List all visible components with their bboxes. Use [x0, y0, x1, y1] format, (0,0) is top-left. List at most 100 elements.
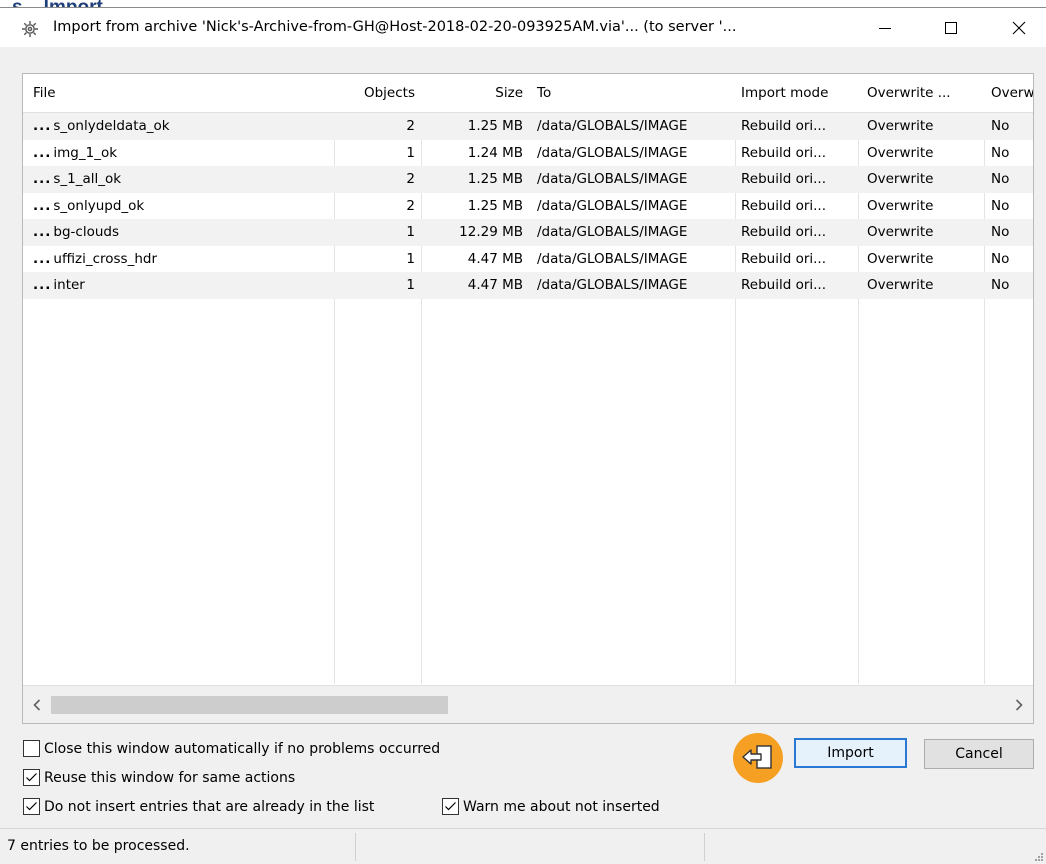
cell-size: 1.25 MB: [467, 197, 523, 214]
cell-overwrite: Overwrite: [867, 224, 934, 240]
maximize-button[interactable]: [924, 8, 978, 47]
cell-file: ... inter: [27, 272, 327, 299]
close-button[interactable]: [992, 8, 1046, 47]
table-row[interactable]: ... img_1_ok 1 1.24 MB /data/GLOBALS/IMAG…: [23, 140, 1033, 167]
cell-file: ... s_onlyupd_ok: [27, 193, 327, 220]
checkbox-checked[interactable]: [23, 798, 40, 815]
import-entries-table[interactable]: File Objects Size To Import mode Overwri…: [22, 73, 1034, 724]
row-dots-icon: ...: [33, 250, 52, 267]
column-header-size[interactable]: Size: [421, 74, 529, 112]
status-separator: [355, 833, 356, 861]
status-text: 7 entries to be processed.: [7, 838, 190, 854]
table-row[interactable]: ... s_onlydeldata_ok 2 1.25 MB /data/GLOB…: [23, 113, 1033, 140]
cell-to: /data/GLOBALS/IMAGE: [537, 118, 688, 134]
cell-to: /data/GLOBALS/IMAGE: [537, 144, 688, 161]
resize-grip-icon[interactable]: [1033, 851, 1043, 861]
import-button[interactable]: Import: [794, 738, 907, 768]
file-name: s_onlydeldata_ok: [53, 118, 170, 134]
status-bar: 7 entries to be processed.: [0, 828, 1046, 864]
reuse-window-label: Reuse this window for same actions: [44, 769, 296, 786]
cell-size: 4.47 MB: [467, 277, 523, 293]
cell-overw: No: [991, 118, 1010, 134]
row-dots-icon: ...: [33, 118, 52, 134]
app-gear-icon: [22, 21, 38, 37]
reuse-window-checkbox[interactable]: Reuse this window for same actions: [23, 769, 295, 786]
file-name: bg-clouds: [53, 224, 119, 240]
import-arrow-icon: [742, 745, 772, 769]
table-row[interactable]: ... inter 1 4.47 MB /data/GLOBALS/IMAGE R…: [23, 272, 1033, 299]
cell-import-mode: Rebuild ori...: [741, 171, 827, 187]
scroll-thumb[interactable]: [51, 696, 448, 714]
horizontal-scrollbar[interactable]: [23, 685, 1033, 723]
column-header-import-mode[interactable]: Import mode: [735, 74, 857, 112]
maximize-icon: [945, 21, 957, 34]
cell-overw: No: [991, 224, 1010, 240]
import-tip-icon[interactable]: [733, 733, 783, 783]
cell-objects: 1: [406, 144, 415, 161]
table-row[interactable]: ... s_1_all_ok 2 1.25 MB /data/GLOBALS/IM…: [23, 166, 1033, 193]
cell-size: 1.25 MB: [467, 171, 523, 187]
table-row[interactable]: ... uffizi_cross_hdr 1 4.47 MB /data/GLOB…: [23, 246, 1033, 273]
row-dots-icon: ...: [33, 144, 52, 161]
cell-objects: 1: [406, 277, 415, 293]
window-title: Import from archive 'Nick's-Archive-from…: [53, 19, 737, 35]
column-header-objects[interactable]: Objects: [334, 74, 421, 112]
table-row[interactable]: ... s_onlyupd_ok 2 1.25 MB /data/GLOBALS/…: [23, 193, 1033, 220]
cell-overw: No: [991, 277, 1010, 293]
status-separator: [704, 833, 705, 861]
checkmark-icon: [26, 802, 37, 811]
cell-overwrite: Overwrite: [867, 144, 934, 161]
cell-import-mode: Rebuild ori...: [741, 197, 827, 214]
cell-size: 1.25 MB: [467, 118, 523, 134]
table-row[interactable]: ... bg-clouds 1 12.29 MB /data/GLOBALS/IM…: [23, 219, 1033, 246]
cell-overwrite: Overwrite: [867, 250, 934, 267]
checkbox-unchecked[interactable]: [23, 740, 40, 757]
cell-to: /data/GLOBALS/IMAGE: [537, 250, 688, 267]
cell-overw: No: [991, 250, 1010, 267]
cell-size: 1.24 MB: [467, 144, 523, 161]
table-header: File Objects Size To Import mode Overwri…: [23, 74, 1033, 113]
cell-overwrite: Overwrite: [867, 277, 934, 293]
cell-to: /data/GLOBALS/IMAGE: [537, 224, 688, 240]
cell-file: ... s_onlydeldata_ok: [27, 113, 327, 140]
cell-size: 4.47 MB: [467, 250, 523, 267]
scroll-left-button[interactable]: [23, 686, 51, 723]
close-automatically-checkbox[interactable]: Close this window automatically if no pr…: [23, 740, 440, 757]
cancel-button[interactable]: Cancel: [924, 739, 1034, 769]
cell-objects: 2: [406, 171, 415, 187]
cell-file: ... s_1_all_ok: [27, 166, 327, 193]
close-icon: [1012, 21, 1026, 34]
column-header-to[interactable]: To: [531, 74, 731, 112]
checkbox-checked[interactable]: [23, 769, 40, 786]
column-header-overw[interactable]: Overw: [985, 74, 1033, 112]
file-name: uffizi_cross_hdr: [53, 250, 158, 267]
checkmark-icon: [445, 802, 456, 811]
minimize-button[interactable]: [858, 8, 912, 47]
row-dots-icon: ...: [33, 197, 52, 214]
chevron-right-icon: [1015, 699, 1023, 711]
close-automatically-label: Close this window automatically if no pr…: [44, 740, 441, 757]
cell-import-mode: Rebuild ori...: [741, 118, 827, 134]
file-name: img_1_ok: [53, 144, 118, 161]
cell-to: /data/GLOBALS/IMAGE: [537, 171, 688, 187]
chevron-left-icon: [33, 699, 41, 711]
checkbox-checked[interactable]: [442, 798, 459, 815]
import-dialog: Import from archive 'Nick's-Archive-from…: [0, 7, 1046, 864]
cell-overwrite: Overwrite: [867, 171, 934, 187]
cell-import-mode: Rebuild ori...: [741, 224, 827, 240]
title-bar[interactable]: Import from archive 'Nick's-Archive-from…: [0, 8, 1046, 47]
warn-not-inserted-label: Warn me about not inserted: [463, 798, 660, 815]
cell-file: ... bg-clouds: [27, 219, 327, 246]
column-header-file[interactable]: File: [27, 74, 327, 112]
cell-overw: No: [991, 171, 1010, 187]
column-header-overwrite[interactable]: Overwrite ...: [861, 74, 983, 112]
cell-to: /data/GLOBALS/IMAGE: [537, 197, 688, 214]
warn-not-inserted-checkbox[interactable]: Warn me about not inserted: [442, 798, 660, 815]
cell-import-mode: Rebuild ori...: [741, 277, 827, 293]
file-name: s_1_all_ok: [53, 171, 122, 187]
scroll-right-button[interactable]: [1005, 686, 1033, 723]
cell-overwrite: Overwrite: [867, 118, 934, 134]
checkmark-icon: [26, 773, 37, 782]
cell-file: ... uffizi_cross_hdr: [27, 246, 327, 273]
no-duplicates-checkbox[interactable]: Do not insert entries that are already i…: [23, 798, 374, 815]
